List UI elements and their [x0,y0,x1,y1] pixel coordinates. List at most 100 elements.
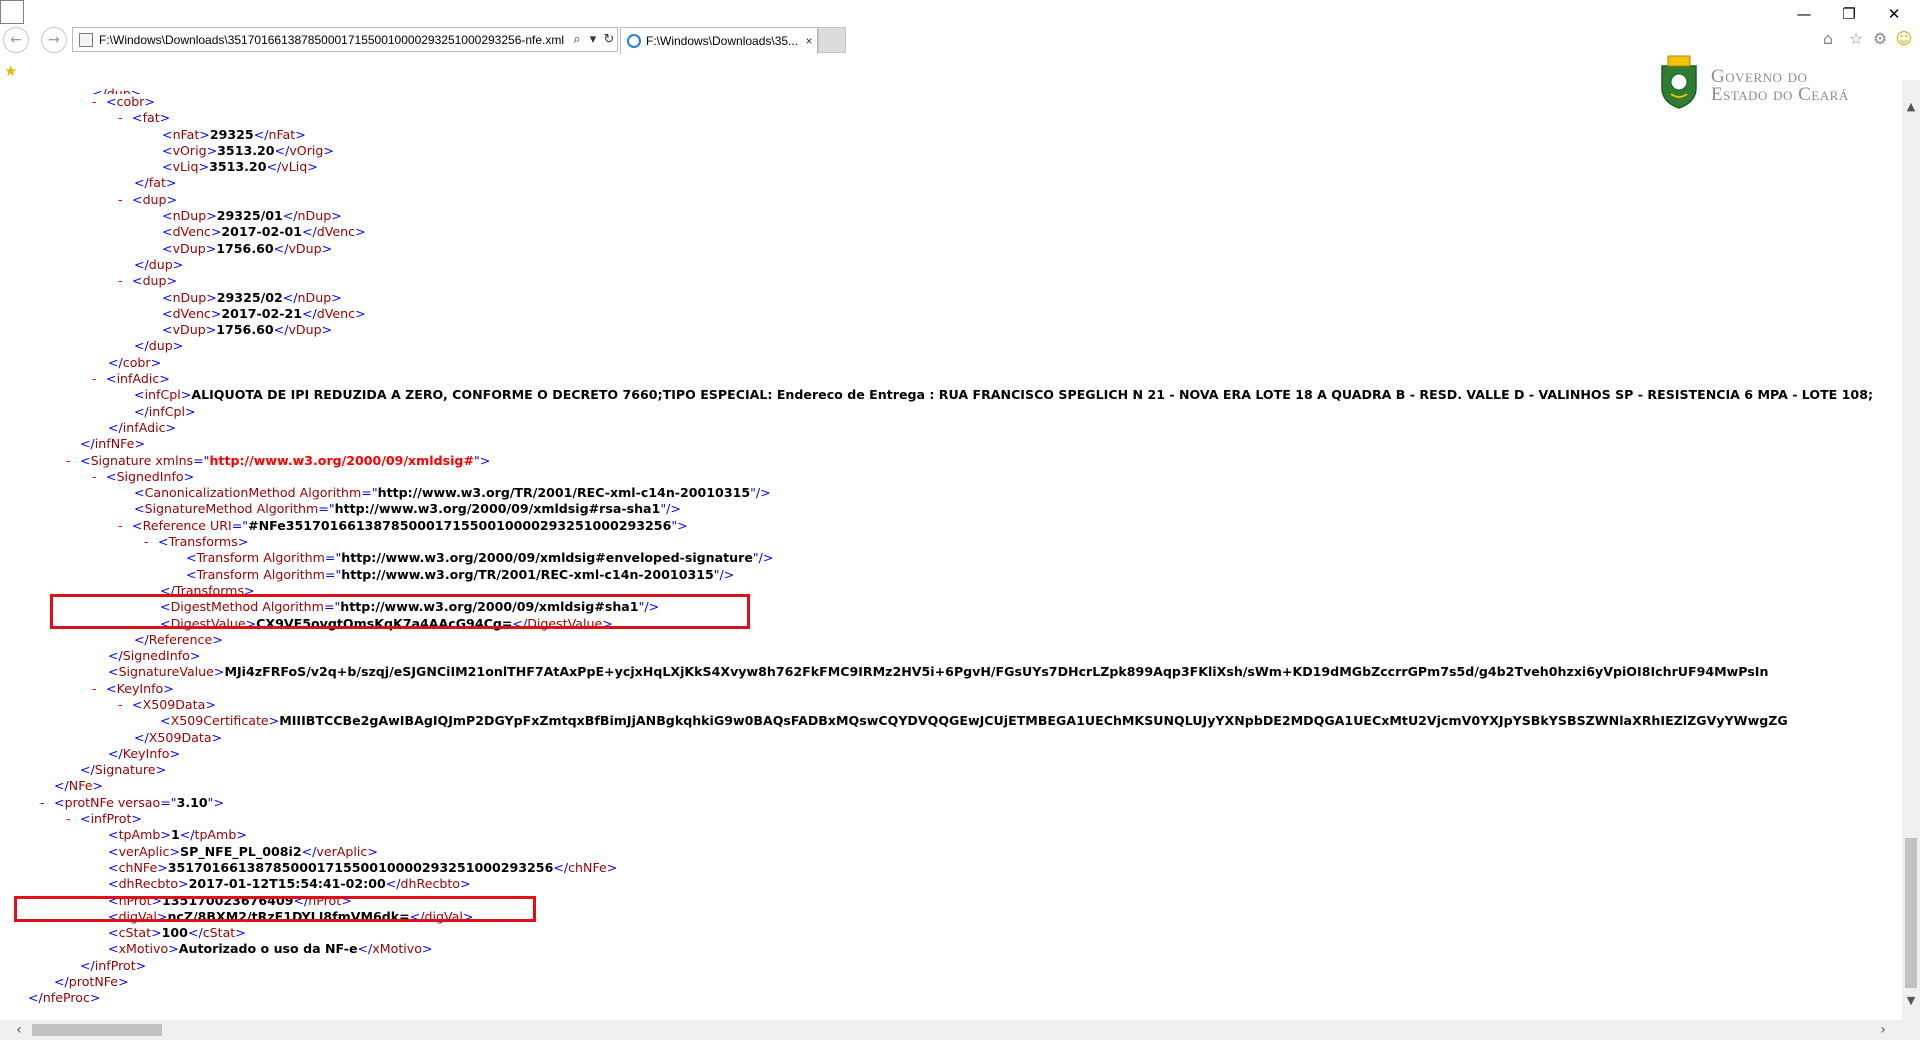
xml-tag: tpAmb [118,827,161,843]
xml-tag: nFat [268,126,296,142]
xml-attr-name: Algorithm [263,550,325,566]
xml-line-veraplic: <verAplic>SP_NFE_PL_008i2</verAplic> [108,843,378,859]
scroll-up-icon[interactable]: ▲ [1902,98,1920,116]
back-button[interactable]: ← [3,27,29,53]
xml-tag: KeyInfo [116,680,164,696]
collapse-toggle[interactable]: - [92,681,106,697]
xml-tag: protNFe [68,974,119,990]
minimize-button[interactable]: — [1784,2,1824,26]
xml-tag: nFat [172,126,200,142]
xml-line-infcpl: <infCpl>ALIQUOTA DE IPI REDUZIDA A ZERO,… [134,387,1873,419]
add-favorites-star-icon[interactable]: ★ [4,62,24,80]
chevron-down-icon[interactable]: ▾ [585,32,601,47]
xml-line-ndup: <nDup>29325/01</nDup> [162,208,342,224]
close-button[interactable]: ✕ [1874,2,1914,26]
xml-line-nfat: <nFat>29325</nFat> [162,126,306,142]
xml-tag: xMotivo [372,941,422,957]
xml-tag: vLiq [172,159,199,175]
collapse-toggle[interactable]: - [66,811,80,827]
xml-tag: dup [148,338,173,354]
address-bar[interactable]: F:\Windows\Downloads\3517016613878500017… [72,27,618,52]
window-menu-icon[interactable] [0,0,24,24]
collapse-toggle[interactable]: - [118,192,132,208]
tab-close-icon[interactable]: × [801,34,817,48]
xml-tag: Transform [196,566,260,582]
collapse-toggle[interactable]: - [66,453,80,469]
xml-line-ndup: <nDup>29325/02</nDup> [162,289,342,305]
xml-line-xmotivo: <xMotivo>Autorizado o uso da NF-e</xMoti… [108,941,433,957]
collapse-toggle[interactable]: - [118,110,132,126]
logo-line-2: Estado do Ceará [1711,84,1849,105]
xml-tag: KeyInfo [122,745,170,761]
xml-attr-value: #NFe351701661387850001715500100002932510… [248,517,672,533]
xml-attr-value: http://www.w3.org/2000/09/xmldsig#rsa-sh… [334,501,661,517]
xml-tag: Transform [196,550,260,566]
scroll-left-icon[interactable]: ‹ [10,1020,28,1040]
collapse-toggle[interactable]: - [118,697,132,713]
xml-tag: cStat [202,925,236,941]
xml-value: 100 [161,925,188,941]
tab-label: F:\Windows\Downloads\35... [646,34,799,48]
xml-line-dhrecbto: <dhRecbto>2017-01-12T15:54:41-02:00</dhR… [108,876,471,892]
xml-attr-value: http://www.w3.org/2000/09/xmldsig#envelo… [341,550,753,566]
scroll-down-icon[interactable]: ▼ [1902,992,1920,1010]
forward-button[interactable]: → [41,27,67,53]
address-url[interactable]: F:\Windows\Downloads\3517016613878500017… [99,33,569,47]
vertical-scrollbar[interactable]: ▲ ▼ [1902,80,1920,1020]
xml-tag: vOrig [289,142,324,158]
collapse-toggle[interactable]: - [144,534,158,550]
xml-tag: CanonicalizationMethod [144,485,296,501]
xml-tag: chNFe [118,859,158,875]
xml-tag: X509Certificate [170,713,269,729]
file-icon [79,32,93,47]
collapse-toggle[interactable]: - [92,469,106,485]
xml-attr-name: versao [117,794,161,810]
ceara-coat-of-arms-icon [1661,55,1697,109]
xml-line-vdup: <vDup>1756.60</vDup> [162,322,333,338]
search-icon[interactable]: ⌕ [569,32,585,47]
xml-line-reference: - <Reference URI="#NFe3517016613878500017… [118,517,688,534]
xml-tag: SignatureValue [118,664,214,680]
xml-line-signature-close: </Signature> [80,762,167,778]
gear-icon[interactable]: ⚙ [1870,29,1890,49]
xml-line-vliq: <vLiq>3513.20</vLiq> [162,159,318,175]
xml-attr-name: Algorithm [256,501,319,517]
xml-tag: SignatureMethod [144,501,253,517]
xml-tag: vDup [172,240,206,256]
xml-value: 3513.20 [217,142,275,158]
refresh-icon[interactable]: ↻ [601,32,617,47]
horizontal-scroll-thumb[interactable] [32,1024,162,1036]
horizontal-scrollbar[interactable]: ‹ › [0,1020,1902,1040]
scroll-right-icon[interactable]: › [1874,1020,1892,1040]
collapse-toggle[interactable]: - [118,273,132,289]
xml-line-dvenc: <dVenc>2017-02-01</dVenc> [162,224,366,240]
vertical-scroll-thumb[interactable] [1905,838,1917,988]
new-tab-button[interactable] [818,27,846,53]
xml-tag: dup [142,191,167,207]
xml-tag: nDup [297,289,332,305]
xml-tag: nfeProc [42,990,90,1006]
xml-tag: infAdic [122,419,166,435]
tab-xml-file[interactable]: F:\Windows\Downloads\35... × [620,27,818,54]
collapse-toggle[interactable]: - [92,94,106,110]
restore-button[interactable]: ❐ [1829,2,1869,26]
xml-attr-name: xmlns [155,452,194,468]
xml-value: 29325/02 [216,289,283,305]
xml-line-keyinfo-close: </KeyInfo> [108,745,181,761]
xml-value: 29325/01 [216,208,283,224]
home-icon[interactable]: ⌂ [1818,29,1838,49]
collapse-toggle[interactable]: - [92,371,106,387]
xml-tag: nDup [297,208,332,224]
xml-tag: X509Data [148,729,212,745]
xml-tag: xMotivo [118,941,169,957]
collapse-toggle[interactable]: - [40,795,54,811]
collapse-toggle[interactable]: - [118,518,132,534]
xml-line-cobr: - <cobr> [92,94,155,110]
xml-line-dup: - <dup> [118,273,178,289]
ie-icon [627,34,641,48]
xml-tag: dVenc [316,224,356,240]
xml-tag: verAplic [316,843,368,859]
xml-line-dup-close: </dup> [134,256,184,272]
feedback-smiley-icon[interactable]: ☺ [1894,29,1914,49]
favorites-icon[interactable]: ☆ [1846,29,1866,49]
